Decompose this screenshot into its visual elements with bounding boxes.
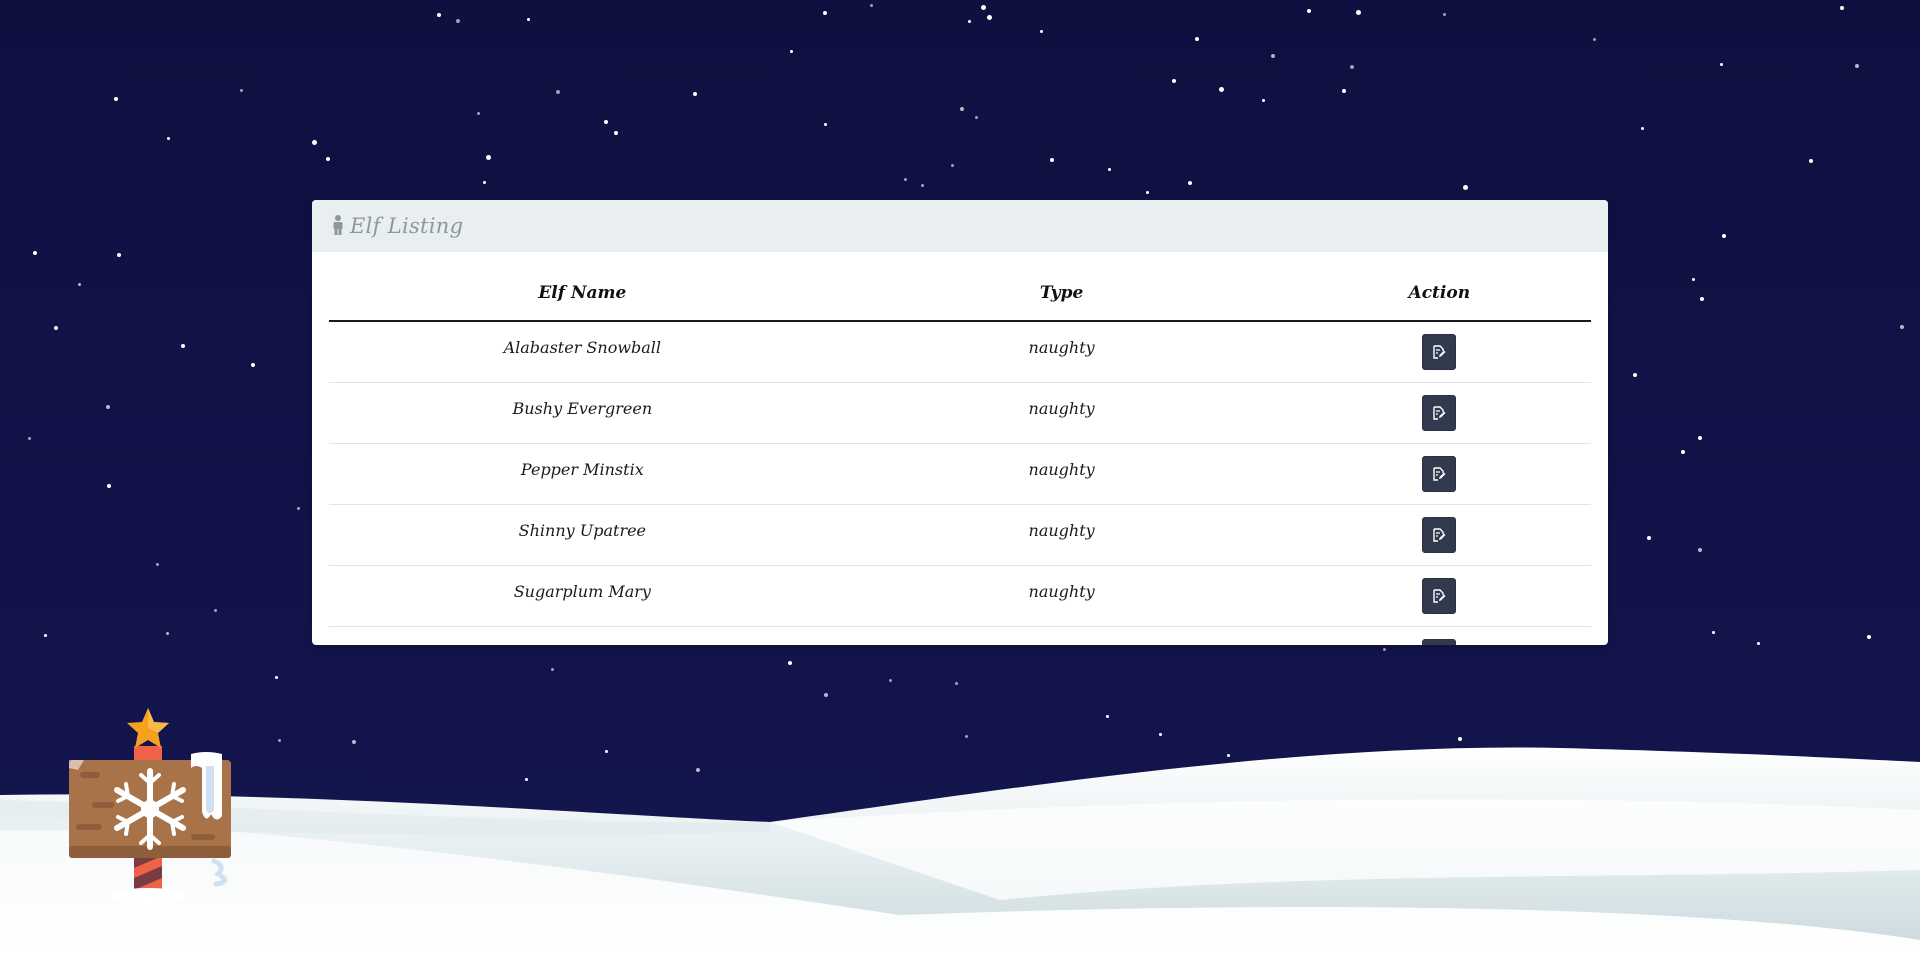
table-row: Sugarplum Mary naughty: [329, 565, 1591, 627]
elf-name-cell: Bushy Evergreen: [329, 382, 836, 444]
action-cell: [1287, 321, 1591, 383]
header-type: Type: [835, 266, 1288, 322]
elf-listing-panel: Elf Listing Elf Name Type Action Alabast…: [312, 200, 1608, 645]
header-action: Action: [1287, 266, 1591, 322]
elf-name-cell: Sugarplum Mary: [329, 565, 836, 627]
table-row: Alabaster Snowball naughty: [329, 321, 1591, 383]
table-row: Pepper Minstix naughty: [329, 443, 1591, 505]
table-header-row: Elf Name Type Action: [329, 266, 1591, 322]
action-cell: [1287, 443, 1591, 505]
edit-icon: [1433, 406, 1446, 420]
elf-name-cell: Pepper Minstix: [329, 443, 836, 505]
panel-title: Elf Listing: [350, 214, 464, 238]
edit-button[interactable]: [1422, 395, 1457, 431]
edit-button[interactable]: [1422, 517, 1457, 553]
elf-type-cell: naughty: [835, 565, 1288, 627]
edit-icon: [1433, 528, 1446, 542]
edit-icon: [1433, 589, 1446, 603]
header-elf-name: Elf Name: [329, 266, 836, 322]
edit-button[interactable]: [1422, 334, 1457, 370]
elf-type-cell: naughty: [835, 504, 1288, 566]
elf-type-cell: naughty: [835, 443, 1288, 505]
edit-button[interactable]: [1422, 578, 1457, 614]
edit-icon: [1433, 467, 1446, 481]
elf-type-cell: naughty: [835, 626, 1288, 645]
panel-header: Elf Listing: [312, 200, 1608, 252]
elf-type-cell: naughty: [835, 382, 1288, 444]
elf-name-cell: Alabaster Snowball: [329, 321, 836, 383]
person-icon: [332, 215, 344, 235]
edit-button[interactable]: [1422, 639, 1457, 645]
action-cell: [1287, 565, 1591, 627]
table-row: Wunorse Openslae naughty: [329, 626, 1591, 645]
elf-table: Elf Name Type Action Alabaster Snowball …: [329, 266, 1591, 645]
edit-button[interactable]: [1422, 456, 1457, 492]
table-row: Bushy Evergreen naughty: [329, 382, 1591, 444]
action-cell: [1287, 626, 1591, 645]
snowflake-signpost-icon: [69, 708, 231, 904]
action-cell: [1287, 504, 1591, 566]
elf-name-cell: Shinny Upatree: [329, 504, 836, 566]
elf-name-cell: Wunorse Openslae: [329, 626, 836, 645]
edit-icon: [1433, 345, 1446, 359]
elf-type-cell: naughty: [835, 321, 1288, 383]
table-row: Shinny Upatree naughty: [329, 504, 1591, 566]
action-cell: [1287, 382, 1591, 444]
